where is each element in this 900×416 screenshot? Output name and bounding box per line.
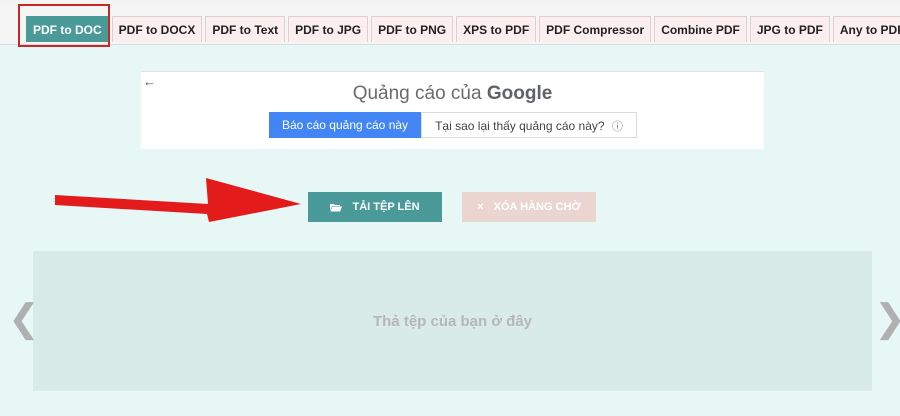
tab-list: PDF to DOC PDF to DOCX PDF to Text PDF t… [26, 16, 900, 42]
info-icon: ⓘ [611, 121, 623, 133]
clear-queue-button[interactable]: × XÓA HÀNG CHỜ [462, 192, 596, 222]
clear-queue-label: XÓA HÀNG CHỜ [493, 201, 581, 213]
tab-any-to-pdf[interactable]: Any to PDF [832, 16, 900, 42]
tab-pdf-to-text[interactable]: PDF to Text [205, 16, 286, 42]
tab-jpg-to-pdf[interactable]: JPG to PDF [749, 16, 830, 42]
upload-files-button[interactable]: TẢI TỆP LÊN [308, 192, 442, 222]
tab-pdf-to-png[interactable]: PDF to PNG [371, 16, 454, 42]
file-dropzone[interactable]: Thả tệp của bạn ở đây [33, 251, 872, 391]
tab-combine-pdf[interactable]: Combine PDF [654, 16, 747, 42]
chevron-left-icon[interactable]: ❮ [8, 300, 40, 338]
ad-title-brand: Google [486, 83, 553, 104]
tab-pdf-compressor[interactable]: PDF Compressor [539, 16, 652, 42]
chevron-right-icon[interactable]: ❯ [874, 300, 900, 338]
google-ad-panel: ← Quảng cáo của Google Báo cáo quảng cáo… [141, 71, 764, 149]
tab-pdf-to-doc[interactable]: PDF to DOC [26, 16, 109, 42]
tab-pdf-to-docx[interactable]: PDF to DOCX [111, 16, 203, 42]
tab-xps-to-pdf[interactable]: XPS to PDF [456, 16, 537, 42]
close-icon: × [477, 201, 484, 213]
ad-title-prefix: Quảng cáo của [352, 83, 482, 104]
ad-title: Quảng cáo của Google [141, 83, 764, 105]
folder-open-icon [330, 203, 343, 211]
tab-bar: PDF to DOC PDF to DOCX PDF to Text PDF t… [0, 6, 900, 45]
why-this-ad-button[interactable]: Tại sao lại thấy quảng cáo này? ⓘ [421, 112, 637, 138]
tab-pdf-to-jpg[interactable]: PDF to JPG [288, 16, 369, 42]
dropzone-text: Thả tệp của bạn ở đây [372, 312, 533, 330]
why-this-ad-label: Tại sao lại thấy quảng cáo này? [435, 119, 605, 133]
red-arrow-annotation-icon [55, 178, 301, 222]
upload-files-label: TẢI TỆP LÊN [352, 201, 420, 213]
report-ad-button[interactable]: Báo cáo quảng cáo này [269, 112, 421, 138]
